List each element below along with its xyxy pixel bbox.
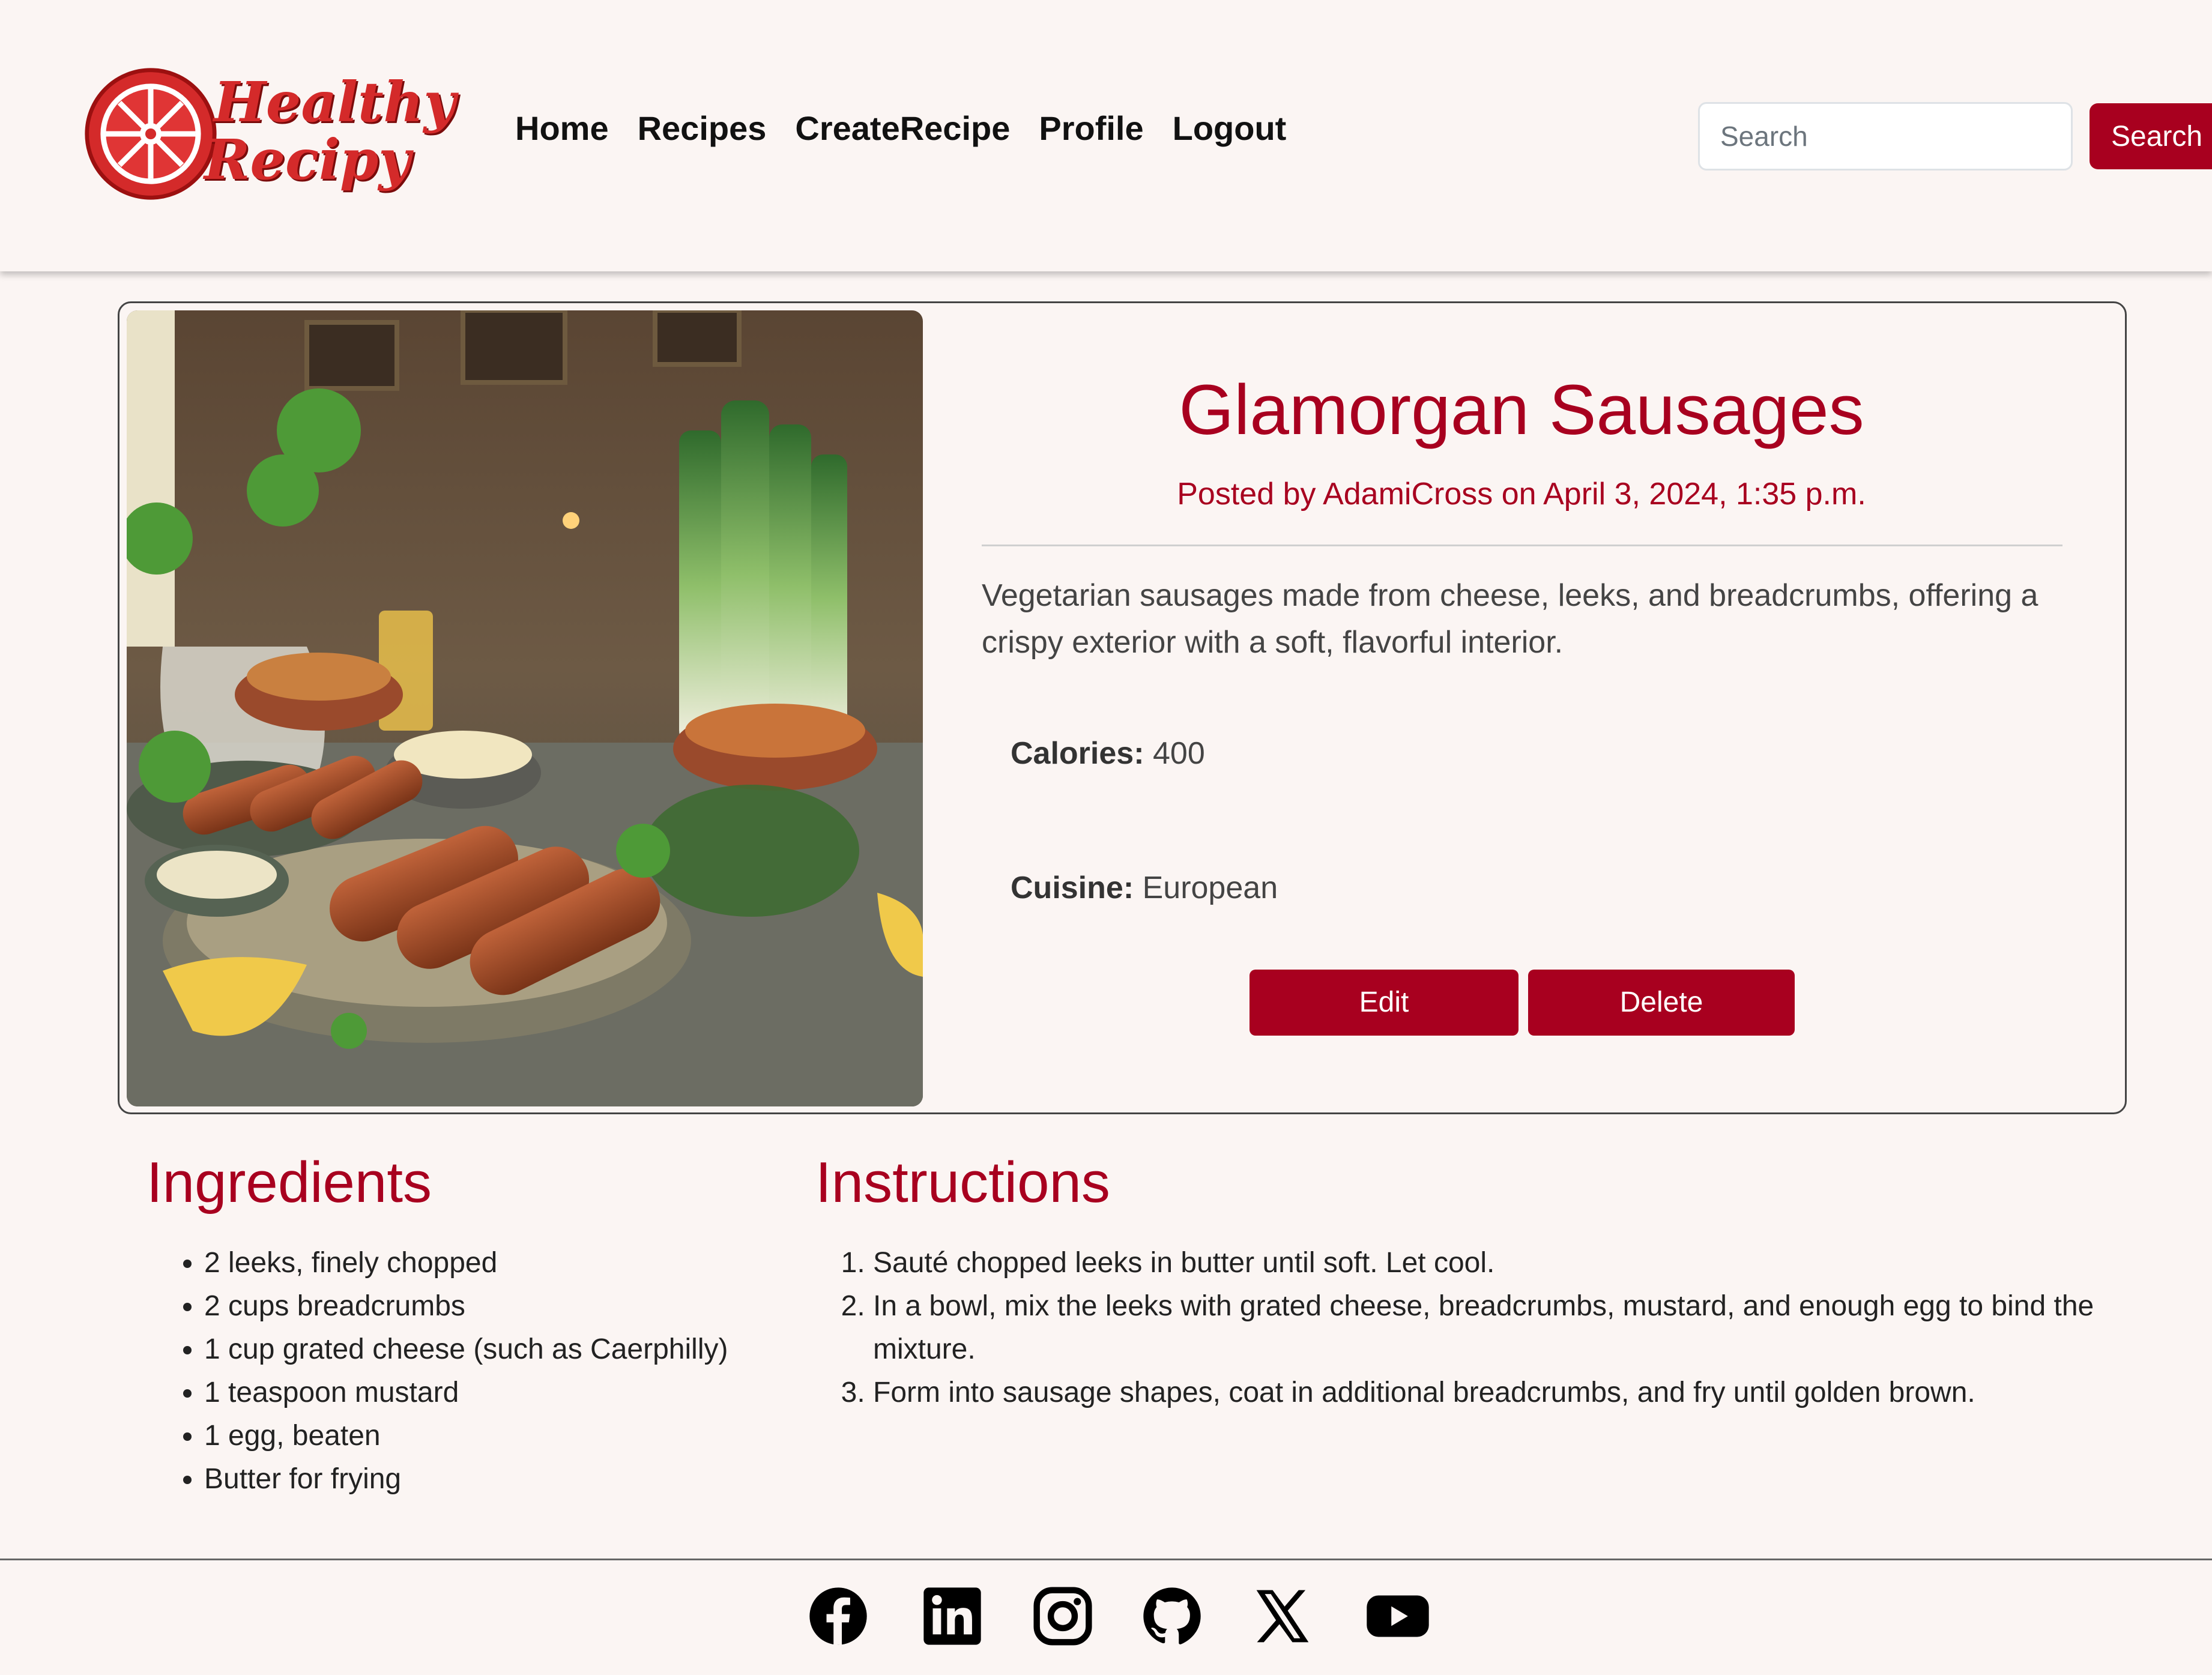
- delete-button[interactable]: Delete: [1528, 970, 1795, 1036]
- social-links: [807, 1585, 1443, 1651]
- edit-button[interactable]: Edit: [1250, 970, 1518, 1036]
- recipe-card: Glamorgan Sausages Posted by AdamiCross …: [118, 301, 2127, 1114]
- cuisine-label: Cuisine:: [1011, 871, 1134, 905]
- x-icon[interactable]: [1251, 1585, 1314, 1647]
- instruction-step: In a bowl, mix the leeks with grated che…: [873, 1285, 2122, 1371]
- brand-logo[interactable]: Healthy Recipy: [83, 62, 456, 207]
- search-input[interactable]: [1698, 102, 2073, 171]
- brand-name: Healthy Recipy: [204, 70, 456, 189]
- brand-line-1: Healthy: [214, 70, 456, 134]
- recipe-photo: [127, 310, 923, 1106]
- tomato-slice-icon: [85, 68, 217, 200]
- ingredient-item: 2 cups breadcrumbs: [204, 1285, 805, 1328]
- ingredient-item: 1 cup grated cheese (such as Caerphilly): [204, 1328, 805, 1371]
- youtube-icon[interactable]: [1364, 1585, 1431, 1647]
- cuisine-value: European: [1142, 871, 1278, 905]
- nav-link-logout[interactable]: Logout: [1173, 103, 1287, 154]
- instruction-step: Sauté chopped leeks in butter until soft…: [873, 1242, 2122, 1285]
- facebook-icon[interactable]: [807, 1585, 869, 1647]
- nav-links: Home Recipes CreateRecipe Profile Logout: [515, 103, 1286, 154]
- nav-link-profile[interactable]: Profile: [1039, 103, 1143, 154]
- linkedin-icon[interactable]: [921, 1585, 984, 1647]
- instruction-step: Form into sausage shapes, coat in additi…: [873, 1371, 2122, 1414]
- footer-divider: [0, 1559, 2212, 1560]
- github-icon[interactable]: [1141, 1585, 1203, 1647]
- ingredients-heading: Ingredients: [147, 1150, 432, 1215]
- recipe-meta: Posted by AdamiCross on April 3, 2024, 1…: [1177, 477, 1866, 512]
- calories-label: Calories:: [1011, 736, 1144, 771]
- calories-value: 400: [1152, 736, 1205, 771]
- nav-link-home[interactable]: Home: [515, 103, 609, 154]
- nav-link-recipes[interactable]: Recipes: [638, 103, 767, 154]
- ingredient-item: Butter for frying: [204, 1458, 805, 1501]
- ingredients-list: 2 leeks, finely chopped 2 cups breadcrum…: [204, 1242, 805, 1501]
- cuisine: Cuisine: European: [1011, 866, 1278, 910]
- recipe-title: Glamorgan Sausages: [1179, 370, 1864, 450]
- search-button[interactable]: Search: [2090, 103, 2212, 169]
- ingredient-item: 1 egg, beaten: [204, 1414, 805, 1458]
- nav-link-create-recipe[interactable]: CreateRecipe: [795, 103, 1010, 154]
- navbar: Healthy Recipy Home Recipes CreateRecipe…: [0, 0, 2212, 271]
- recipe-description: Vegetarian sausages made from cheese, le…: [982, 578, 2038, 660]
- recipe-photo-illustration: [127, 310, 923, 1106]
- instructions-list: Sauté chopped leeks in butter until soft…: [873, 1242, 2122, 1414]
- divider: [982, 545, 2062, 546]
- instructions-heading: Instructions: [815, 1150, 1110, 1215]
- instagram-icon[interactable]: [1032, 1585, 1094, 1647]
- brand-line-2: Recipy: [204, 127, 411, 192]
- calories: Calories: 400: [1011, 732, 1205, 775]
- search-form: Search: [1698, 102, 2212, 171]
- ingredient-item: 1 teaspoon mustard: [204, 1371, 805, 1414]
- ingredient-item: 2 leeks, finely chopped: [204, 1242, 805, 1285]
